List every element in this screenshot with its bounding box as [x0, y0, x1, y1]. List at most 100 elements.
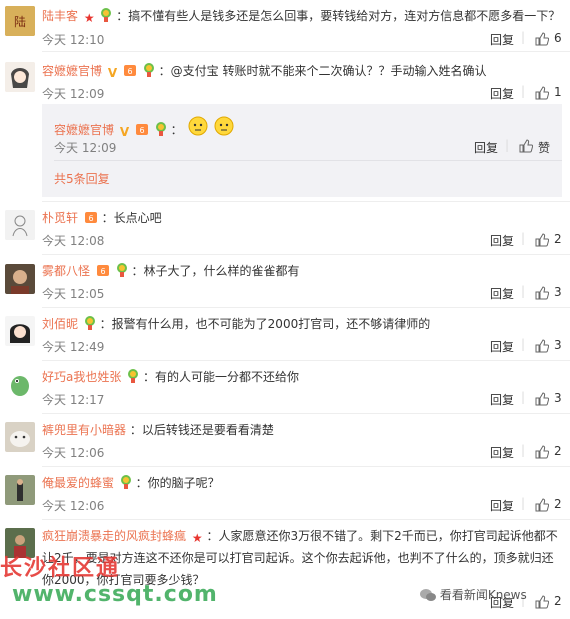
- divider: [42, 201, 570, 202]
- comment-time: 今天 12:09: [54, 141, 117, 155]
- like-icon[interactable]: [535, 392, 549, 406]
- like-count: 2: [554, 444, 562, 458]
- more-replies-link[interactable]: 共5条回复: [54, 170, 110, 187]
- svg-text:6: 6: [88, 214, 93, 223]
- avatar[interactable]: [5, 475, 35, 505]
- commenter-name[interactable]: 容嬷嬷官博: [42, 64, 102, 78]
- divider: [42, 413, 570, 414]
- avatar[interactable]: [5, 369, 35, 399]
- verified-v-icon: V: [107, 66, 118, 80]
- avatar[interactable]: [5, 210, 35, 240]
- avatar[interactable]: [5, 62, 35, 92]
- comment-text: ：: [170, 123, 183, 137]
- svg-text:6: 6: [100, 267, 105, 276]
- comment-text: ：长点心吧: [101, 211, 162, 225]
- avatar[interactable]: [5, 316, 35, 346]
- svg-text:陆: 陆: [14, 14, 26, 29]
- svg-text:6: 6: [127, 67, 132, 76]
- commenter-name[interactable]: 刘佰昵: [42, 317, 78, 331]
- level-badge-icon: 6: [135, 122, 149, 140]
- commenter-name[interactable]: 疯狂崩溃暴走的风疯封蜂瘋: [42, 529, 186, 543]
- like-count: 2: [554, 232, 562, 246]
- like-icon[interactable]: [535, 339, 549, 353]
- emoji-icon: [188, 116, 208, 140]
- wechat-icon: [420, 588, 436, 605]
- watermark-source: 看看新闻Knews: [420, 586, 527, 605]
- comment-time: 今天 12:06: [42, 446, 105, 460]
- emoji-icon: [214, 116, 234, 140]
- commenter-name[interactable]: 朴觅轩: [42, 211, 78, 225]
- level-badge-icon: 6: [123, 63, 137, 81]
- comment-text: ：人家愿意还你3万很不错了。剩下2千而已，你打官司起诉他都不: [206, 529, 558, 543]
- divider: [42, 519, 570, 520]
- commenter-name[interactable]: 好巧a我也姓张: [42, 370, 121, 384]
- like-count: 3: [554, 391, 562, 405]
- reply-button[interactable]: 回复: [490, 285, 514, 302]
- like-icon[interactable]: [535, 595, 549, 609]
- like-icon[interactable]: [535, 86, 549, 100]
- like-label[interactable]: 赞: [538, 139, 550, 156]
- divider: [42, 360, 570, 361]
- watermark-site-name: 长沙社区通: [0, 556, 121, 581]
- svg-text:6: 6: [139, 126, 144, 135]
- comment-time: 今天 12:17: [42, 393, 105, 407]
- reply-button[interactable]: 回复: [490, 31, 514, 48]
- comment-text: ：报警有什么用，也不可能为了2000打官司，还不够请律师的: [99, 317, 431, 331]
- reply-button[interactable]: 回复: [474, 139, 498, 156]
- avatar[interactable]: [5, 422, 35, 452]
- medal-icon: [84, 316, 96, 334]
- like-count: 3: [554, 338, 562, 352]
- like-count: 2: [554, 497, 562, 511]
- divider: [42, 466, 570, 467]
- comment-time: 今天 12:10: [42, 33, 105, 47]
- reply-button[interactable]: 回复: [490, 391, 514, 408]
- like-count: 2: [554, 594, 562, 608]
- commenter-name[interactable]: 陆丰客: [42, 9, 78, 23]
- reply-button[interactable]: 回复: [490, 338, 514, 355]
- like-icon[interactable]: [535, 233, 549, 247]
- comment-text: ：林子大了，什么样的雀雀都有: [131, 264, 300, 278]
- like-icon[interactable]: [535, 286, 549, 300]
- reply-button[interactable]: 回复: [490, 85, 514, 102]
- comment-time: 今天 12:06: [42, 499, 105, 513]
- medal-icon: [155, 122, 167, 140]
- watermark-site-url: www.cssqt.com: [12, 582, 218, 607]
- divider: [42, 254, 570, 255]
- like-icon[interactable]: [535, 498, 549, 512]
- medal-icon: [100, 8, 112, 26]
- medal-icon: [143, 63, 155, 81]
- reply-button[interactable]: 回复: [490, 497, 514, 514]
- comment-text: ：以后转钱还是要看看清楚: [129, 423, 274, 437]
- star-badge-icon: ★: [83, 11, 95, 25]
- like-count: 3: [554, 285, 562, 299]
- divider: [42, 307, 570, 308]
- comment-text: ：搞不懂有些人是钱多还是怎么回事，要转钱给对方，连对方信息都不愿多看一下？: [116, 9, 561, 23]
- comment-time: 今天 12:09: [42, 87, 105, 101]
- nested-reply: 容嬷嬷官博 V 6 ：: [54, 116, 234, 140]
- commenter-name[interactable]: 裤兜里有小暗器: [42, 423, 126, 437]
- comment-text: ：有的人可能一分都不还给你: [143, 370, 300, 384]
- like-icon[interactable]: [535, 445, 549, 459]
- comment-text: ：@支付宝 转账时就不能来个二次确认？？手动输入姓名确认: [158, 64, 487, 78]
- like-icon[interactable]: [535, 32, 549, 46]
- comment-time: 今天 12:49: [42, 340, 105, 354]
- comment-text: ：你的脑子呢？: [135, 476, 220, 490]
- verified-v-icon: V: [119, 125, 130, 139]
- level-badge-icon: 6: [96, 263, 110, 281]
- commenter-name[interactable]: 雾都八怪: [42, 264, 90, 278]
- reply-button[interactable]: 回复: [490, 232, 514, 249]
- divider: [54, 160, 562, 161]
- commenter-name[interactable]: 容嬷嬷官博: [54, 123, 114, 137]
- comment-time: 今天 12:05: [42, 287, 105, 301]
- level-badge-icon: 6: [84, 210, 98, 228]
- commenter-name[interactable]: 俺最爱的蜂蜜: [42, 476, 114, 490]
- avatar[interactable]: [5, 264, 35, 294]
- like-icon[interactable]: [519, 139, 533, 153]
- medal-icon: [120, 475, 132, 493]
- reply-button[interactable]: 回复: [490, 444, 514, 461]
- medal-icon: [127, 369, 139, 387]
- comment-1: 陆 陆丰客 ★ ：搞不懂有些人是钱多还是怎么回事，要转钱给对方，连对方信息都不愿…: [0, 0, 570, 52]
- like-count: 1: [554, 85, 562, 99]
- avatar[interactable]: 陆: [5, 6, 35, 36]
- like-count: 6: [554, 31, 562, 45]
